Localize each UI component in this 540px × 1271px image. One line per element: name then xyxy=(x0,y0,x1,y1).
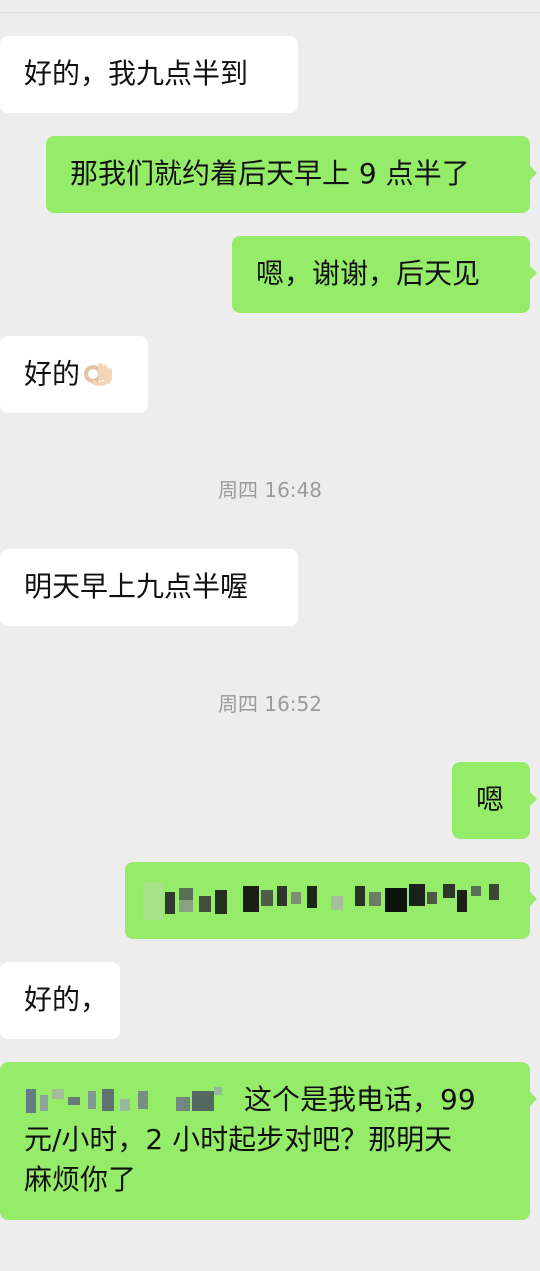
message-bubble-outgoing[interactable]: 这个是我电话，99 元/小时，2 小时起步对吧？那明天 麻烦你了 xyxy=(0,1062,537,1220)
message-bubble-outgoing[interactable]: 嗯 xyxy=(452,762,537,839)
message-text: 嗯，谢谢，后天见 xyxy=(256,257,481,290)
message-text: 好的， xyxy=(24,983,109,1016)
message-text: 这个是我电话，99 xyxy=(244,1083,476,1116)
message-text: 嗯 xyxy=(476,783,505,816)
message-text: 好的，我九点半到 xyxy=(24,57,249,90)
message-bubble-incoming[interactable]: 好的 xyxy=(0,336,148,413)
timestamp: 周四 16:48 xyxy=(218,478,322,502)
message-text: 麻烦你了 xyxy=(24,1163,137,1196)
message-bubble-incoming[interactable]: 好的， xyxy=(0,962,120,1039)
pixelated-redaction xyxy=(143,882,513,920)
message-text: 元/小时，2 小时起步对吧？那明天 xyxy=(24,1123,453,1156)
pixelated-redaction xyxy=(24,1086,224,1114)
ok-hand-emoji-icon xyxy=(82,354,114,397)
message-text: 那我们就约着后天早上 9 点半了 xyxy=(70,157,470,190)
message-text: 好的 xyxy=(24,357,81,391)
message-bubble-incoming[interactable]: 明天早上九点半喔 xyxy=(0,549,298,626)
message-bubble-outgoing[interactable]: 那我们就约着后天早上 9 点半了 xyxy=(46,136,537,213)
message-text: 明天早上九点半喔 xyxy=(24,570,249,603)
message-bubble-incoming[interactable]: 好的，我九点半到 xyxy=(0,36,298,113)
message-bubble-outgoing-redacted[interactable] xyxy=(125,862,537,939)
top-divider xyxy=(0,12,540,13)
timestamp: 周四 16:52 xyxy=(218,692,322,716)
message-bubble-outgoing[interactable]: 嗯，谢谢，后天见 xyxy=(232,236,537,313)
